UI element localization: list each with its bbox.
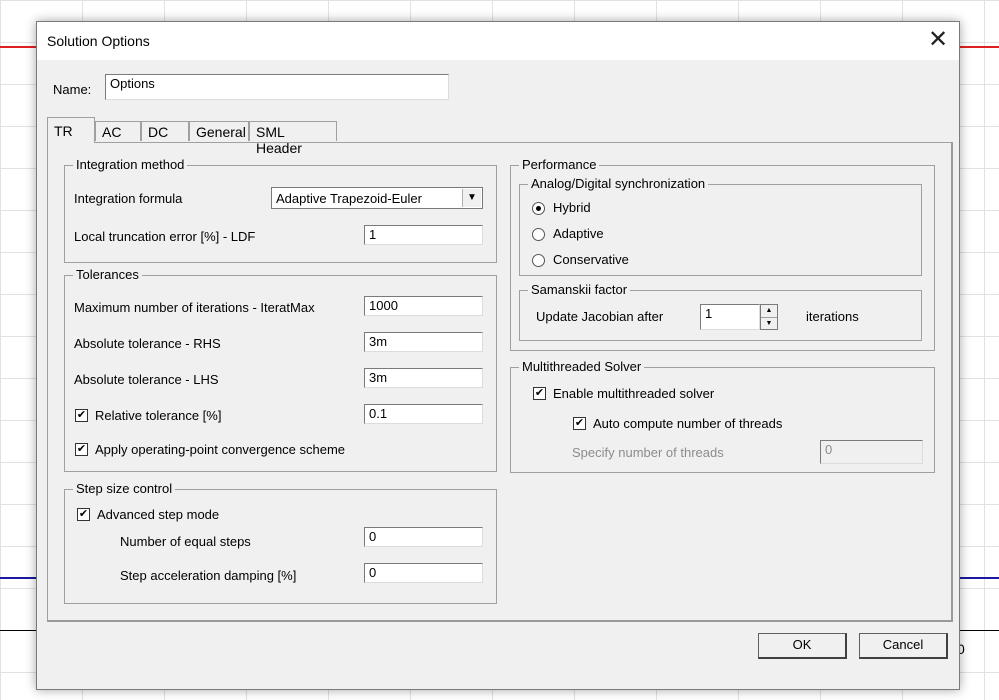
tab-dc[interactable]: DC [141, 121, 189, 141]
tab-sml-header[interactable]: SML Header [249, 121, 337, 156]
background-wire-red-left [0, 46, 36, 48]
equal-steps-input[interactable]: 0 [364, 527, 483, 547]
step-damping-input[interactable]: 0 [364, 563, 483, 583]
relative-tolerance-checkbox[interactable]: ✔ [75, 409, 88, 422]
chevron-down-icon[interactable]: ▼ [462, 189, 481, 207]
op-convergence-label: Apply operating-point convergence scheme [95, 442, 346, 457]
jacobian-input[interactable]: 1 [700, 304, 760, 330]
abs-tol-lhs-label: Absolute tolerance - LHS [74, 372, 219, 387]
tab-general[interactable]: General [189, 121, 249, 141]
abs-tol-rhs-input[interactable]: 3m [364, 332, 483, 352]
integration-formula-value: Adaptive Trapezoid-Euler [276, 191, 422, 206]
specify-threads-input[interactable]: 0 [820, 440, 923, 464]
tab-ac-label: AC [102, 124, 122, 140]
ok-button[interactable]: OK [758, 633, 847, 659]
tolerances-group: Tolerances Maximum number of iterations … [64, 267, 497, 472]
radio-hybrid-label: Hybrid [553, 200, 591, 215]
samanskii-group: Samanskii factor Update Jacobian after 1… [519, 282, 922, 341]
cancel-button[interactable]: Cancel [859, 633, 948, 659]
lte-label: Local truncation error [%] - LDF [74, 229, 256, 244]
advanced-step-label: Advanced step mode [97, 507, 220, 522]
abs-tol-lhs-input[interactable]: 3m [364, 368, 483, 388]
tolerances-title: Tolerances [73, 267, 142, 282]
iterations-max-input[interactable]: 1000 [364, 296, 483, 316]
background-wire-blue-left [0, 577, 36, 579]
title-bar: Solution Options ✕ [37, 22, 959, 60]
tab-general-label: General [196, 124, 246, 140]
background-axis-left [0, 630, 36, 631]
performance-title: Performance [519, 157, 600, 172]
multithreaded-title: Multithreaded Solver [519, 359, 645, 374]
background-wire-red-right [958, 46, 999, 48]
enable-multithread-checkbox[interactable]: ✔ [533, 387, 546, 400]
abs-tol-rhs-label: Absolute tolerance - RHS [74, 336, 221, 351]
specify-threads-label: Specify number of threads [572, 445, 724, 460]
tab-panel-tr: Integration method Integration formula A… [47, 142, 953, 622]
radio-hybrid[interactable] [532, 202, 545, 215]
multithreaded-group: Multithreaded Solver ✔ Enable multithrea… [510, 359, 935, 473]
relative-tolerance-input[interactable]: 0.1 [364, 404, 483, 424]
iterations-label: iterations [806, 309, 859, 324]
spinner-down-icon[interactable]: ▼ [761, 318, 777, 330]
spinner-up-icon[interactable]: ▲ [761, 305, 777, 318]
background-axis-right [958, 630, 999, 631]
radio-conservative-label: Conservative [553, 252, 629, 267]
dialog-title: Solution Options [47, 33, 150, 49]
close-icon[interactable]: ✕ [923, 26, 953, 56]
tab-tr-label: TR [54, 123, 73, 139]
tab-tr[interactable]: TR [47, 117, 95, 143]
integration-formula-select[interactable]: Adaptive Trapezoid-Euler ▼ [271, 187, 483, 209]
name-label: Name: [53, 82, 92, 97]
step-size-group: Step size control ✔ Advanced step mode N… [64, 481, 497, 604]
performance-group: Performance Analog/Digital synchronizati… [510, 157, 935, 351]
samanskii-title: Samanskii factor [528, 282, 631, 297]
step-damping-label: Step acceleration damping [%] [120, 568, 297, 583]
sync-group: Analog/Digital synchronization Hybrid Ad… [519, 176, 922, 276]
equal-steps-label: Number of equal steps [120, 534, 251, 549]
enable-multithread-label: Enable multithreaded solver [553, 386, 715, 401]
tab-ac[interactable]: AC [95, 121, 141, 141]
auto-threads-checkbox[interactable]: ✔ [573, 417, 586, 430]
radio-conservative[interactable] [532, 254, 545, 267]
step-size-title: Step size control [73, 481, 176, 496]
auto-threads-label: Auto compute number of threads [593, 416, 783, 431]
jacobian-label: Update Jacobian after [536, 309, 664, 324]
relative-tolerance-label: Relative tolerance [%] [95, 408, 222, 423]
radio-adaptive[interactable] [532, 228, 545, 241]
iterations-max-label: Maximum number of iterations - IteratMax [74, 300, 315, 315]
integration-method-group: Integration method Integration formula A… [64, 157, 497, 263]
radio-adaptive-label: Adaptive [553, 226, 604, 241]
advanced-step-checkbox[interactable]: ✔ [77, 508, 90, 521]
lte-input[interactable]: 1 [364, 225, 483, 245]
tab-dc-label: DC [148, 124, 169, 140]
background-wire-blue-right [958, 577, 999, 579]
solution-options-dialog: Solution Options ✕ Name: Options TR AC D… [36, 21, 960, 690]
jacobian-spinner[interactable]: ▲ ▼ [760, 304, 778, 330]
name-input[interactable]: Options [105, 74, 449, 100]
integration-method-title: Integration method [73, 157, 188, 172]
integration-formula-label: Integration formula [74, 191, 183, 206]
sync-title: Analog/Digital synchronization [528, 176, 709, 191]
op-convergence-checkbox[interactable]: ✔ [75, 443, 88, 456]
